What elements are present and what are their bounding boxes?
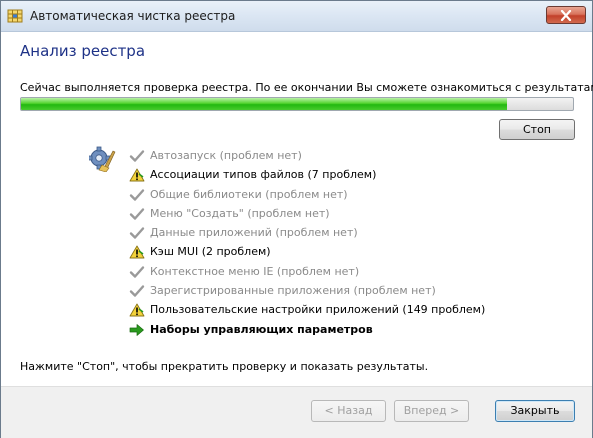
check-icon — [129, 226, 145, 240]
warning-icon — [129, 303, 145, 317]
check-icon — [129, 265, 145, 279]
progress-fill — [21, 98, 507, 110]
scan-item-label: Ассоциации типов файлов (7 проблем) — [150, 168, 377, 182]
scan-item-label: Автозапуск (проблем нет) — [150, 149, 302, 162]
stop-button[interactable]: Стоп — [499, 119, 575, 140]
back-button[interactable]: < Назад — [311, 400, 386, 422]
scan-item-label: Пользовательские настройки приложений (1… — [150, 303, 486, 317]
page-title: Анализ реестра — [20, 42, 146, 60]
registry-cleaner-app-icon — [7, 9, 23, 23]
warning-icon — [129, 168, 145, 182]
title-bar[interactable]: Автоматическая чистка реестра — [1, 1, 592, 32]
check-icon — [129, 284, 145, 298]
stop-hint-text: Нажмите "Стоп", чтобы прекратить проверк… — [20, 360, 429, 373]
window-title: Автоматическая чистка реестра — [30, 9, 236, 23]
wizard-window: Автоматическая чистка реестра Анализ рее… — [0, 0, 593, 438]
scan-item-label: Контекстное меню IE (проблем нет) — [150, 264, 360, 278]
next-button[interactable]: Вперед > — [394, 400, 469, 422]
warning-icon — [129, 245, 145, 259]
scan-progress-bar — [20, 97, 574, 111]
gear-broom-icon — [89, 146, 116, 172]
scan-item-label: Наборы управляющих параметров — [150, 322, 373, 336]
wizard-footer: < Назад Вперед > Закрыть — [1, 386, 592, 438]
scan-item-label: Общие библиотеки (проблем нет) — [150, 187, 348, 201]
check-icon — [129, 149, 145, 163]
close-button[interactable]: Закрыть — [495, 400, 575, 422]
window-close-button[interactable] — [546, 6, 586, 24]
scan-item-label: Зарегистрированные приложения (проблем н… — [150, 284, 436, 298]
scan-item-label: Меню "Создать" (проблем нет) — [150, 206, 330, 220]
arrow-right-icon — [129, 323, 145, 337]
scan-item-label: Данные приложений (проблем нет) — [150, 226, 358, 240]
close-icon — [560, 10, 572, 21]
check-icon — [129, 207, 145, 221]
scan-status-text: Сейчас выполняется проверка реестра. По … — [20, 81, 593, 94]
scan-item-label: Кэш MUI (2 проблем) — [150, 245, 271, 259]
check-icon — [129, 188, 145, 202]
